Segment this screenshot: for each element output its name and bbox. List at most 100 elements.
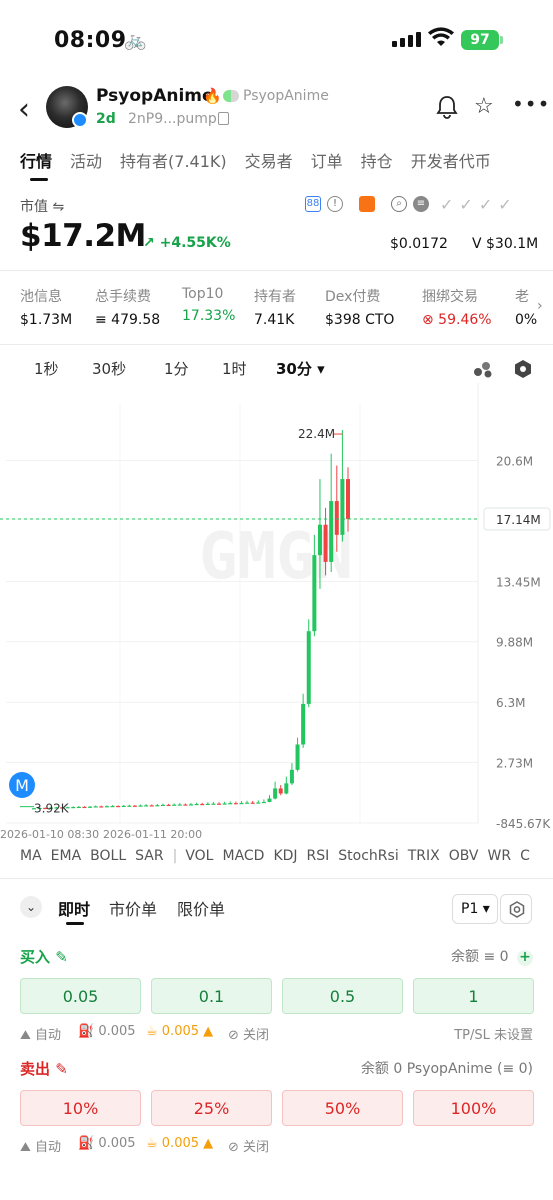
buy-balance: 余额 ≡ 0 + [451, 946, 533, 966]
high-marker-label: 22.4M [298, 427, 335, 441]
tpsl-option[interactable]: TP/SL 未设置 [454, 1024, 533, 1043]
interval-30m[interactable]: 30分 ▾ [276, 358, 325, 379]
settings-hex-icon[interactable] [513, 359, 533, 379]
sell-label[interactable]: 卖出 ✎ [20, 1058, 68, 1079]
indicator-wr[interactable]: WR [488, 848, 512, 864]
slippage-option[interactable]: ⛰ 自动 [20, 1136, 61, 1155]
migration-marker-label: M [15, 776, 29, 795]
candle-body [278, 788, 283, 794]
order-settings-button[interactable] [500, 894, 532, 924]
indicator-macd[interactable]: MACD [222, 848, 264, 864]
mev-option[interactable]: ⊘ 关闭 [228, 1024, 269, 1043]
price-chart[interactable]: GMGN 20.6M13.45M9.88M6.3M2.73M-845.67K 2… [0, 383, 553, 843]
fox-icon[interactable] [359, 196, 375, 212]
candle-body [155, 805, 160, 807]
buy-amount-button[interactable]: 0.1 [151, 978, 272, 1014]
token-handle[interactable]: PsyopAnime [243, 88, 329, 104]
tab-traders[interactable]: 交易者 [245, 148, 293, 172]
more-icon[interactable]: ••• [512, 92, 550, 116]
current-price-label: 17.14M [496, 513, 541, 527]
star-icon[interactable]: ☆ [474, 94, 494, 119]
bundle-icon[interactable]: 88 [305, 196, 321, 212]
indicator-ma[interactable]: MA [20, 848, 42, 864]
back-chevron-icon[interactable]: ‹ [18, 92, 30, 127]
priority-fee-option[interactable]: ⛽ 0.005 [78, 1136, 136, 1151]
preset-select[interactable]: P1 ▾ [452, 894, 498, 924]
market-cap-label[interactable]: 市值 ⇋ [20, 196, 64, 216]
tip-option[interactable]: ☕ 0.005 ▲ [146, 1136, 213, 1151]
sell-amount-button[interactable]: 50% [282, 1090, 403, 1126]
order-tab-limit[interactable]: 限价单 [177, 896, 225, 920]
candle-body [217, 803, 222, 805]
chart-annotations: 17.14M 22.4M 3.92K M [0, 427, 551, 816]
battery-indicator: 97 [461, 30, 499, 50]
chevron-right-icon[interactable]: › [537, 298, 543, 314]
order-tab-instant[interactable]: 即时 [58, 896, 90, 920]
stat-bundle[interactable]: 捆绑交易 ⊗ 59.46% [422, 286, 515, 328]
buy-options: ⛰ 自动 ⛽ 0.005 ☕ 0.005 ▲ ⊘ 关闭 TP/SL 未设置 [20, 1024, 533, 1043]
gear-icon [509, 901, 525, 918]
stat-top10[interactable]: Top10 17.33% [182, 286, 254, 328]
contract-address[interactable]: 2nP9...pump [128, 111, 217, 127]
candle-body [76, 806, 81, 809]
order-tab-market[interactable]: 市价单 [109, 896, 157, 920]
indicator-boll[interactable]: BOLL [90, 848, 126, 864]
stat-dex-paid[interactable]: Dex付费 $398 CTO [325, 286, 422, 328]
token-price: $0.0172 [390, 236, 448, 252]
indicator-stochrsi[interactable]: StochRsi [338, 848, 398, 864]
buy-amount-button[interactable]: 1 [413, 978, 534, 1014]
interval-1m[interactable]: 1分 [164, 358, 189, 379]
divider [0, 344, 553, 345]
tab-market[interactable]: 行情 [20, 148, 52, 172]
copy-icon[interactable] [218, 112, 229, 125]
candle-body [132, 805, 137, 807]
indicator-trix[interactable]: TRIX [408, 848, 440, 864]
stat-fees[interactable]: 总手续费 ≡ 479.58 [95, 286, 182, 328]
indicator-obv[interactable]: OBV [449, 848, 479, 864]
candle-body [149, 805, 154, 807]
candle-body [138, 805, 143, 807]
indicator-row: MA EMA BOLL SAR | VOL MACD KDJ RSI StochRsi TRIX OB… [20, 848, 539, 864]
y-tick-label: 2.73M [496, 757, 533, 771]
search-icon[interactable]: ⌕ [391, 196, 407, 212]
tab-activity[interactable]: 活动 [70, 148, 102, 172]
collapse-chevron-icon[interactable]: ⌄ [20, 896, 42, 918]
interval-1s[interactable]: 1秒 [34, 358, 59, 379]
priority-fee-option[interactable]: ⛽ 0.005 [78, 1024, 136, 1039]
stat-holders[interactable]: 持有者 7.41K [254, 286, 325, 328]
mev-option[interactable]: ⊘ 关闭 [228, 1136, 269, 1155]
list-icon[interactable]: ≡ [413, 196, 429, 212]
indicator-ema[interactable]: EMA [51, 848, 82, 864]
tab-orders[interactable]: 订单 [311, 148, 343, 172]
tip-option[interactable]: ☕ 0.005 ▲ [146, 1024, 213, 1039]
stat-pool[interactable]: 池信息 $1.73M [20, 286, 95, 328]
indicator-c[interactable]: C [520, 848, 530, 864]
tab-positions[interactable]: 持仓 [361, 148, 393, 172]
candle-body [233, 803, 238, 805]
sell-amount-button[interactable]: 10% [20, 1090, 141, 1126]
candle-body [200, 803, 205, 806]
alert-icon[interactable]: ! [327, 196, 343, 212]
sell-amount-button[interactable]: 25% [151, 1090, 272, 1126]
buy-amount-button[interactable]: 0.05 [20, 978, 141, 1014]
slippage-option[interactable]: ⛰ 自动 [20, 1024, 61, 1043]
tab-underline [30, 178, 48, 181]
candle-body [261, 801, 266, 804]
indicator-vol[interactable]: VOL [185, 848, 213, 864]
sell-amount-button[interactable]: 100% [413, 1090, 534, 1126]
tab-dev-tokens[interactable]: 开发者代币 [411, 148, 491, 172]
market-cap-value: $17.2M [20, 218, 146, 254]
panel-divider [0, 878, 553, 879]
indicator-sar[interactable]: SAR [135, 848, 163, 864]
indicator-rsi[interactable]: RSI [307, 848, 330, 864]
bell-icon[interactable] [436, 95, 458, 119]
chart-style-icon[interactable] [473, 360, 495, 378]
buy-label[interactable]: 买入 ✎ [20, 946, 68, 967]
buy-amount-button[interactable]: 0.5 [282, 978, 403, 1014]
tab-holders[interactable]: 持有者(7.41K) [120, 148, 227, 172]
interval-1h[interactable]: 1时 [222, 358, 247, 379]
interval-30s[interactable]: 30秒 [92, 358, 126, 379]
candle-body [250, 802, 255, 804]
indicator-kdj[interactable]: KDJ [273, 848, 297, 864]
add-funds-icon[interactable]: + [517, 950, 533, 966]
